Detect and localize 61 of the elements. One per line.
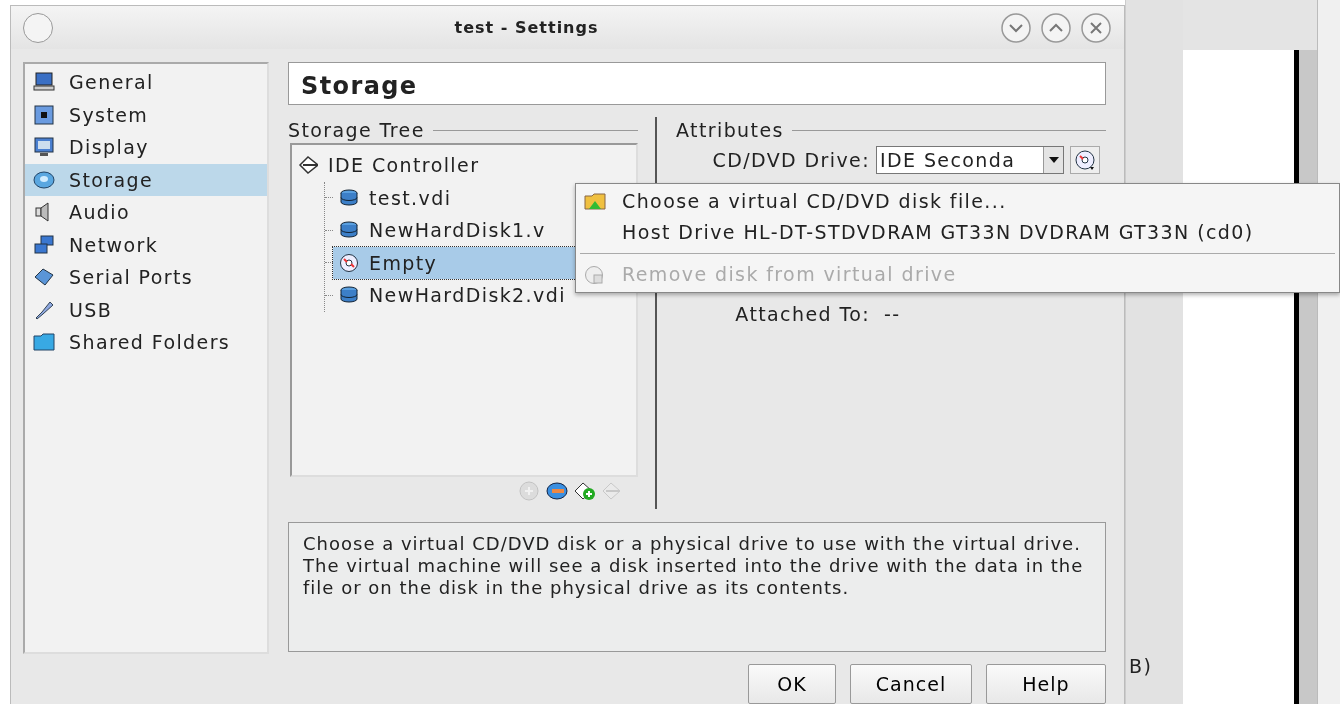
display-icon [33, 136, 55, 159]
field-value: -- [884, 301, 901, 327]
dialog-button[interactable]: OK [748, 664, 836, 704]
description-text: Choose a virtual CD/DVD disk or a physical drive to use with the virtual drive. The virtual machine will see a disk inserted into the drive with the data in the file or on the disk in the physical drive as its contents. [288, 522, 1106, 652]
sidebar-item[interactable]: General [25, 66, 267, 99]
disc-menu-button[interactable] [1070, 146, 1100, 174]
tree-item[interactable]: IDE Controller [298, 149, 630, 182]
disc-remove-icon [584, 264, 606, 285]
add-attachment-icon[interactable] [574, 480, 596, 502]
close-button[interactable] [1080, 11, 1112, 44]
controller-icon [298, 155, 318, 176]
field-label: CD/DVD Drive: [711, 147, 870, 173]
chip-icon [33, 103, 55, 126]
background-text: B) [1129, 654, 1153, 679]
folder-icon [584, 191, 606, 212]
sidebar-item[interactable]: Storage [25, 163, 267, 196]
menu-item[interactable]: Host Drive HL-DT-STDVDRAM GT33N DVDRAM GT33N (cd0) [576, 217, 1339, 248]
sidebar-label: Display [69, 135, 149, 160]
tree-item-label: IDE Controller [328, 153, 480, 178]
sidebar-label: Audio [69, 200, 130, 225]
group-title: Attributes [676, 117, 1106, 143]
sidebar-label: Network [69, 232, 159, 258]
folder-icon [33, 331, 55, 354]
window-menu-button[interactable] [23, 12, 53, 43]
network-icon [33, 233, 55, 256]
page-title: Storage [288, 62, 1106, 105]
disc-icon [33, 168, 55, 191]
drive-dropdown[interactable]: IDE Seconda [876, 146, 1064, 174]
sidebar-item[interactable]: Serial Ports [25, 261, 267, 294]
tree-item-label: test.vdi [369, 185, 452, 211]
sidebar-item[interactable]: USB [25, 293, 267, 326]
hard-disk-icon [339, 285, 359, 306]
dialog-button[interactable]: Cancel [850, 664, 972, 704]
hard-disk-icon [339, 187, 359, 208]
sidebar-label: USB [69, 297, 113, 323]
sidebar-item[interactable]: Shared Folders [25, 326, 267, 359]
monitor-icon [33, 71, 55, 94]
remove-controller-icon[interactable] [546, 480, 568, 502]
dropdown-arrow-icon [1048, 157, 1059, 163]
field-label: Attached To: [734, 301, 870, 327]
hard-disk-icon [339, 220, 359, 241]
sidebar-item[interactable]: Audio [25, 196, 267, 229]
sidebar-label: Serial Ports [69, 265, 194, 290]
group-title: Storage Tree [288, 117, 638, 143]
sidebar-item[interactable]: System [25, 98, 267, 131]
tree-item-label: NewHardDisk1.v [369, 218, 546, 243]
sidebar-item[interactable]: Network [25, 228, 267, 261]
sidebar-label: Storage [69, 167, 154, 193]
tree-item-label: NewHardDisk2.vdi [369, 283, 566, 308]
sidebar-label: General [69, 70, 154, 95]
menu-item[interactable]: Choose a virtual CD/DVD disk file... [576, 186, 1339, 217]
minimize-button[interactable] [1000, 11, 1032, 44]
cd-disc-icon [1074, 149, 1096, 171]
window-title: test - Settings [453, 16, 600, 39]
sidebar-item[interactable]: Display [25, 131, 267, 164]
maximize-button[interactable] [1040, 11, 1072, 44]
sidebar-label: System [69, 102, 149, 128]
dialog-button[interactable]: Help [986, 664, 1106, 704]
sidebar-label: Shared Folders [69, 330, 231, 355]
tree-item-label: Empty [369, 250, 438, 276]
cd-disc-icon [339, 252, 359, 273]
